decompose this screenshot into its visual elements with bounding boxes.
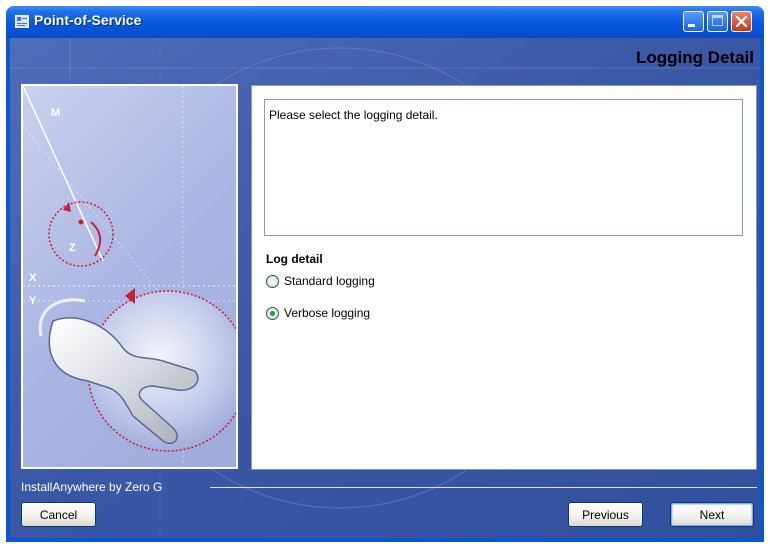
minimize-icon xyxy=(688,24,695,27)
artwork-label-m: M xyxy=(51,107,60,119)
title-bar[interactable]: Point-of-Service xyxy=(6,6,764,38)
verbose-logging-radio[interactable] xyxy=(266,306,279,320)
artwork-label-z: Z xyxy=(69,242,76,254)
minimize-button[interactable] xyxy=(683,11,704,32)
close-icon xyxy=(735,15,748,28)
verbose-logging-label: Verbose logging xyxy=(284,306,371,320)
artwork-label-x: X xyxy=(29,272,37,284)
next-button[interactable]: Next xyxy=(670,502,754,527)
vendor-label: InstallAnywhere by Zero G xyxy=(21,480,167,494)
footer-divider xyxy=(210,487,757,488)
installer-artwork-panel: M Z X Y xyxy=(21,84,238,469)
installer-client-area: Logging Detail M Z X Y Please select the… xyxy=(10,38,760,538)
maximize-icon xyxy=(712,15,723,26)
standard-logging-option[interactable]: Standard logging xyxy=(266,272,375,290)
radio-selected-dot xyxy=(270,310,275,316)
cancel-button[interactable]: Cancel xyxy=(21,502,96,527)
installer-window: Point-of-Service Logging Detail M Z X Y … xyxy=(6,6,764,542)
maximize-button[interactable] xyxy=(707,11,728,32)
log-detail-heading: Log detail xyxy=(266,252,323,266)
close-button[interactable] xyxy=(731,11,752,32)
verbose-logging-option[interactable]: Verbose logging xyxy=(266,304,370,322)
content-panel: Please select the logging detail. Log de… xyxy=(251,85,757,470)
installer-app-icon xyxy=(15,15,29,28)
standard-logging-label: Standard logging xyxy=(284,274,375,288)
previous-button[interactable]: Previous xyxy=(568,502,643,527)
standard-logging-radio[interactable] xyxy=(266,274,279,288)
window-title: Point-of-Service xyxy=(34,12,142,28)
message-box: Please select the logging detail. xyxy=(264,99,743,236)
page-title: Logging Detail xyxy=(635,48,754,67)
wrench-artwork: M Z X Y xyxy=(23,86,236,467)
artwork-label-y: Y xyxy=(29,295,37,307)
instruction-text: Please select the logging detail. xyxy=(269,108,438,122)
